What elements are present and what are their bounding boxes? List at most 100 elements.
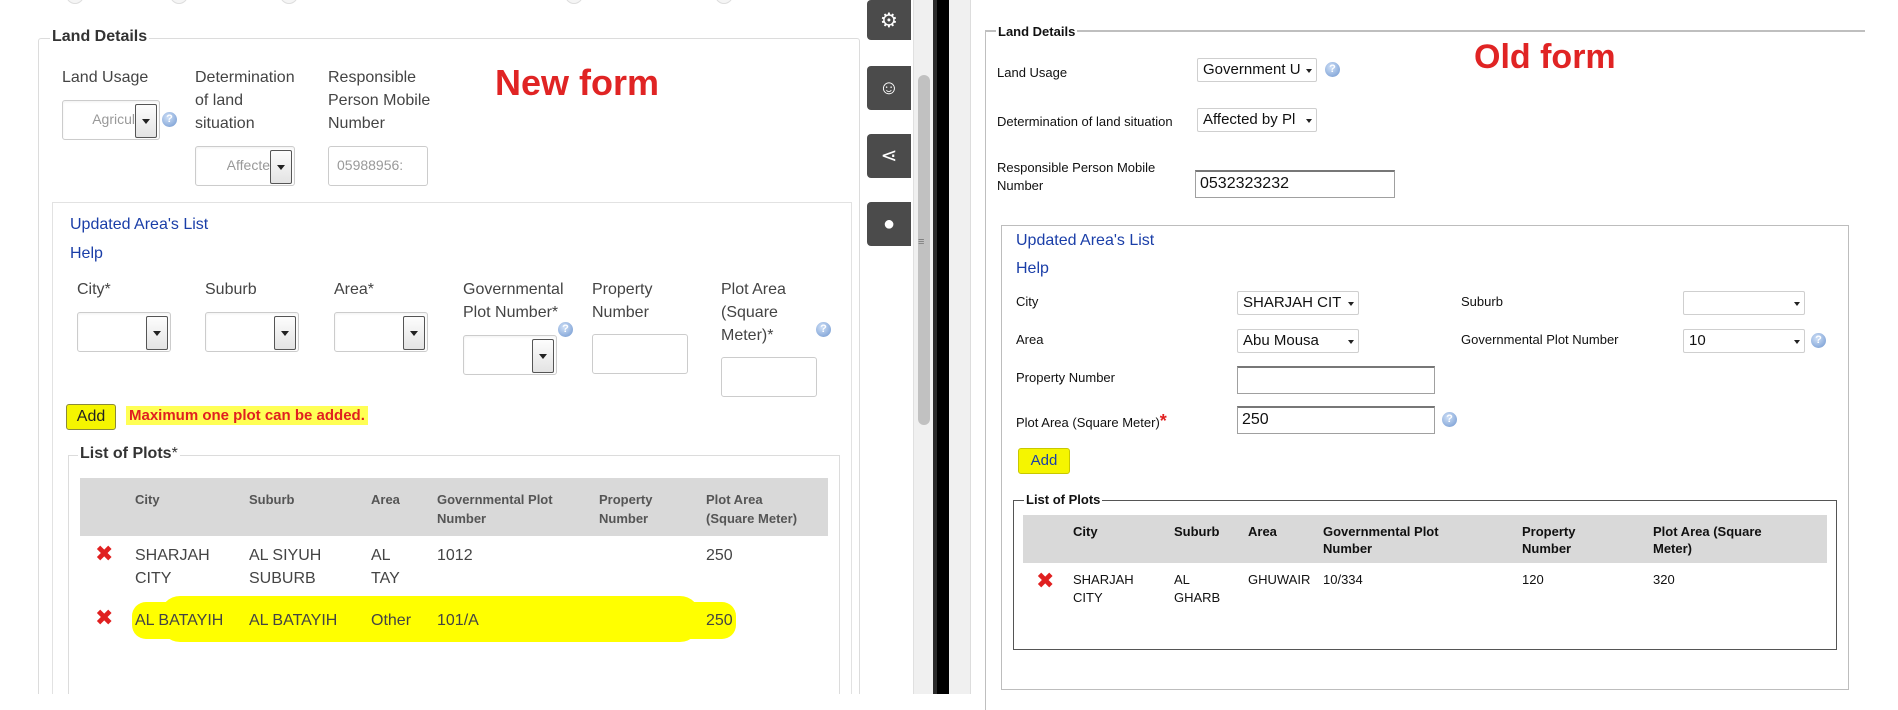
add-plot-button[interactable]: Add — [66, 404, 116, 430]
city-select[interactable] — [77, 312, 171, 352]
cell-gov-plot: 1012 — [437, 547, 473, 564]
col-city: City — [1073, 524, 1098, 539]
help-icon[interactable]: ? — [162, 112, 177, 127]
mobile-label: Responsible Person Mobile Number — [997, 159, 1155, 195]
help-link[interactable]: Help — [1016, 260, 1049, 278]
gov-plot-label: Governmental Plot Number — [1461, 332, 1619, 347]
cell-line: SUBURB — [249, 570, 316, 587]
gear-icon[interactable]: ⚙ — [867, 0, 911, 40]
chevron-down-icon[interactable] — [135, 104, 157, 138]
help-icon[interactable]: ? — [1811, 333, 1826, 348]
updated-areas-link[interactable]: Updated Area's List — [70, 216, 208, 234]
col-plot-area-line: Plot Area (Square — [1653, 524, 1762, 539]
property-label: Property Number — [592, 278, 652, 324]
updated-areas-link[interactable]: Updated Area's List — [1016, 232, 1154, 250]
suburb-label: Suburb — [1461, 294, 1503, 309]
col-plot-area: Plot Area (Square Meter) — [1653, 523, 1762, 557]
cell-city: SHARJAH CITY — [135, 544, 210, 590]
chat-icon[interactable]: ● — [867, 202, 911, 246]
chevron-down-icon[interactable] — [274, 316, 296, 350]
cell-area: GHUWAIR — [1248, 572, 1311, 587]
chevron-down-icon[interactable] — [1306, 119, 1312, 123]
delete-row-icon[interactable]: ✖ — [95, 543, 113, 565]
plot-area-input[interactable]: 250 — [1237, 406, 1435, 434]
suburb-select[interactable] — [205, 312, 299, 352]
area-select[interactable] — [334, 312, 428, 352]
required-mark: * — [1159, 411, 1167, 431]
col-city: City — [135, 492, 160, 507]
determination-label: Determination of land situation — [195, 66, 295, 135]
mobile-input[interactable]: 05988956: — [328, 146, 428, 186]
plot-area-input[interactable] — [721, 357, 817, 397]
plot-area-label-line: Meter)* — [721, 327, 774, 344]
chevron-down-icon[interactable] — [270, 150, 292, 184]
new-form-panel: Land Details New form Land Usage Agricul… — [0, 0, 912, 694]
delete-row-icon[interactable]: ✖ — [95, 607, 113, 629]
chevron-down-icon[interactable] — [403, 316, 425, 350]
property-input[interactable] — [1237, 366, 1435, 394]
land-usage-label: Land Usage — [62, 69, 149, 86]
cell-area: Other — [371, 612, 412, 629]
mobile-input[interactable]: 0532323232 — [1195, 170, 1395, 198]
chevron-down-icon[interactable] — [1348, 340, 1354, 344]
resize-grip-icon[interactable]: ≡ — [918, 237, 924, 248]
col-plot-area-line: (Square Meter) — [706, 511, 798, 526]
cell-gov-plot: 10/334 — [1323, 572, 1363, 587]
cell-line: SHARJAH — [135, 547, 210, 564]
determination-value: Affected by Pl — [1203, 111, 1296, 128]
help-link[interactable]: Help — [70, 245, 103, 263]
land-usage-select[interactable]: Agricul — [62, 100, 160, 140]
plot-area-label-line: Plot Area — [721, 281, 786, 298]
determination-select[interactable]: Affecte — [195, 146, 295, 186]
property-input[interactable] — [592, 334, 688, 374]
gov-plot-label: Governmental Plot Number* — [463, 278, 564, 324]
chevron-down-icon[interactable] — [1348, 302, 1354, 306]
mobile-label-line: Number — [997, 178, 1044, 193]
cell-plot-area: 320 — [1653, 572, 1675, 587]
old-form-annotation: Old form — [1474, 38, 1616, 76]
col-property-line: Number — [599, 511, 649, 526]
chevron-down-icon[interactable] — [1794, 340, 1800, 344]
col-property-line: Number — [1522, 541, 1572, 556]
help-icon[interactable]: ? — [816, 322, 831, 337]
cell-city: SHARJAH CITY — [1073, 571, 1134, 607]
scrollbar-thumb[interactable] — [918, 75, 930, 425]
col-property: Property Number — [1522, 523, 1575, 557]
cell-suburb: AL BATAYIH — [249, 612, 338, 629]
left-scrollbar[interactable] — [913, 0, 933, 694]
share-icon[interactable]: ⋖ — [867, 134, 911, 178]
delete-row-icon[interactable]: ✖ — [1036, 570, 1054, 592]
col-property-line: Property — [1522, 524, 1576, 539]
determination-select[interactable]: Affected by Pl — [1197, 108, 1317, 132]
chevron-down-icon[interactable] — [532, 339, 554, 373]
smiley-icon[interactable]: ☺ — [867, 66, 911, 110]
col-gov-plot: Governmental Plot Number — [437, 490, 553, 528]
land-usage-value: Agricul — [92, 111, 135, 127]
gov-plot-select[interactable] — [463, 335, 557, 375]
cell-line: GHARB — [1174, 590, 1221, 605]
help-icon[interactable]: ? — [1325, 62, 1340, 77]
chevron-down-icon[interactable] — [1306, 69, 1312, 73]
chevron-down-icon[interactable] — [1794, 302, 1800, 306]
suburb-select[interactable] — [1683, 291, 1805, 315]
land-usage-label: Land Usage — [997, 65, 1068, 80]
plot-area-label: Plot Area (Square Meter)* — [721, 278, 786, 347]
col-gov-plot-line: Governmental Plot — [1323, 524, 1439, 539]
help-icon[interactable]: ? — [558, 322, 573, 337]
chevron-down-icon[interactable] — [146, 316, 168, 350]
area-select[interactable]: Abu Mousa — [1237, 329, 1359, 353]
property-label-line: Number — [592, 304, 649, 321]
plots-list-legend: List of Plots — [1024, 492, 1103, 507]
determination-value: Affecte — [226, 157, 270, 173]
col-property-line: Property — [599, 492, 653, 507]
plot-area-label-line: (Square — [721, 304, 778, 321]
add-plot-button[interactable]: Add — [1018, 448, 1070, 474]
col-property: Property Number — [599, 490, 652, 528]
property-label: Property Number — [1016, 370, 1115, 385]
city-select[interactable]: SHARJAH CIT — [1237, 291, 1359, 315]
cell-gov-plot: 101/A — [437, 612, 479, 629]
land-usage-select[interactable]: Government U — [1197, 58, 1317, 82]
gov-plot-select[interactable]: 10 — [1683, 329, 1805, 353]
right-scrollbar[interactable] — [949, 0, 971, 694]
help-icon[interactable]: ? — [1442, 412, 1457, 427]
